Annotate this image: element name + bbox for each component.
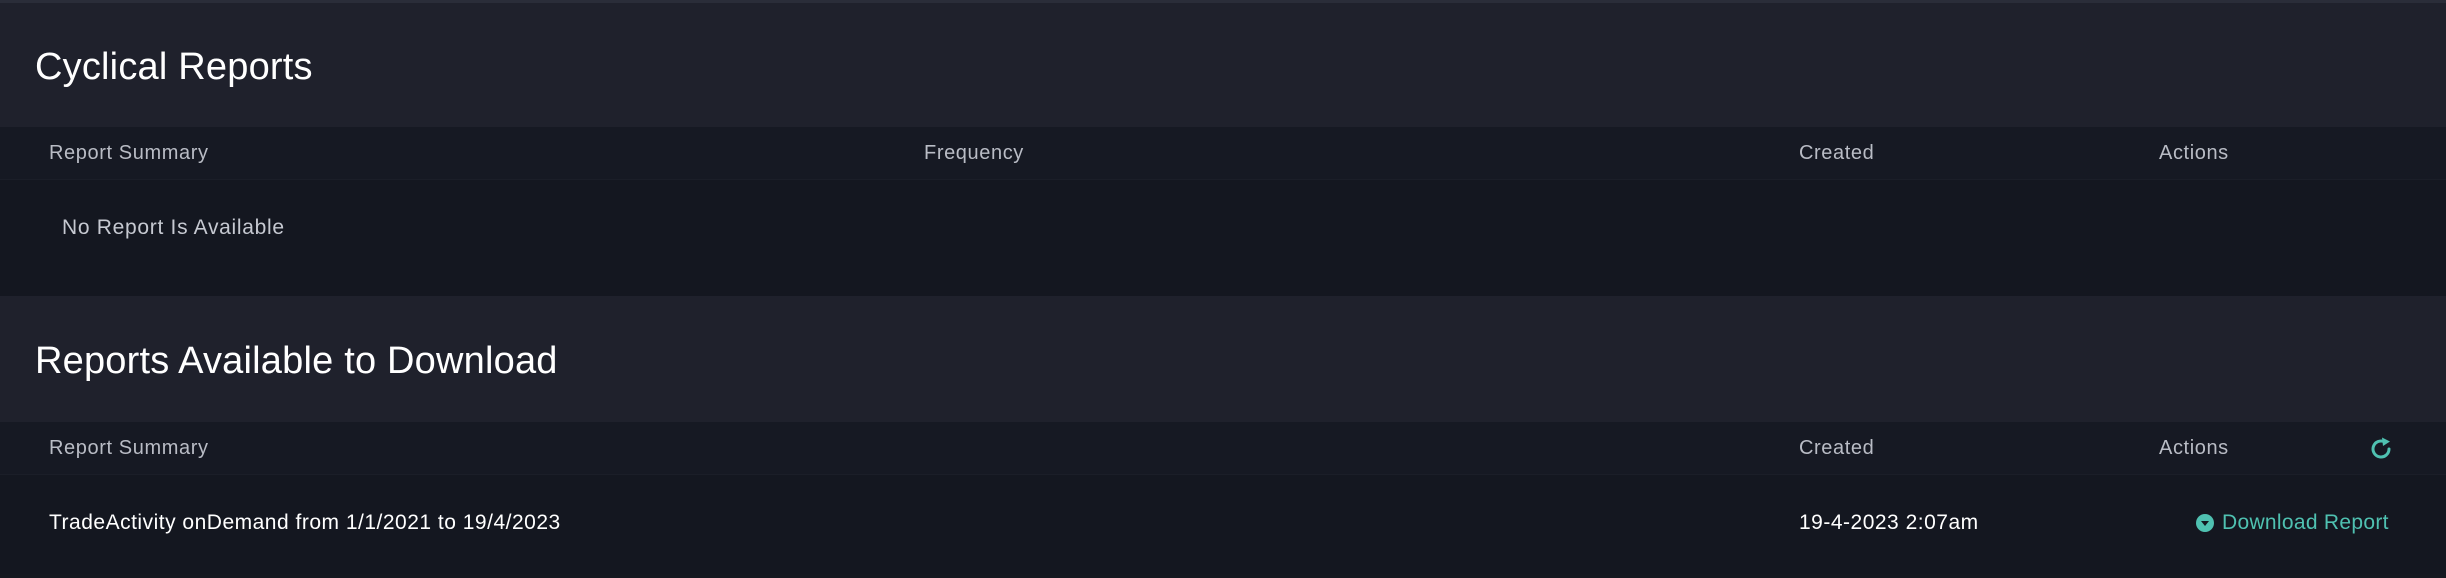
empty-state-message: No Report Is Available	[62, 216, 285, 239]
column-actions: Actions	[2159, 437, 2229, 459]
cyclical-reports-header: Cyclical Reports	[0, 0, 2446, 127]
downloads-table-header: Report Summary Created Actions	[0, 422, 2446, 475]
refresh-icon[interactable]	[2367, 435, 2395, 463]
column-actions: Actions	[2159, 142, 2229, 164]
report-created-cell: 19-4-2023 2:07am	[1799, 511, 1979, 534]
report-summary-cell: TradeActivity onDemand from 1/1/2021 to …	[49, 511, 561, 534]
cyclical-reports-title: Cyclical Reports	[35, 45, 313, 88]
table-row: TradeActivity onDemand from 1/1/2021 to …	[0, 475, 2446, 574]
download-report-button[interactable]: Download Report	[2196, 475, 2389, 571]
reports-page: Cyclical Reports Report Summary Frequenc…	[0, 0, 2446, 578]
column-report-summary: Report Summary	[49, 142, 209, 164]
downloads-title: Reports Available to Download	[35, 339, 558, 382]
column-report-summary: Report Summary	[49, 437, 209, 459]
cyclical-table-header: Report Summary Frequency Created Actions	[0, 127, 2446, 180]
column-created: Created	[1799, 142, 1875, 164]
cyclical-empty-row: No Report Is Available	[0, 180, 2446, 296]
download-report-label: Download Report	[2222, 511, 2389, 534]
column-frequency: Frequency	[924, 142, 1024, 164]
download-circle-icon	[2196, 514, 2214, 532]
downloads-header: Reports Available to Download	[0, 296, 2446, 422]
column-created: Created	[1799, 437, 1875, 459]
